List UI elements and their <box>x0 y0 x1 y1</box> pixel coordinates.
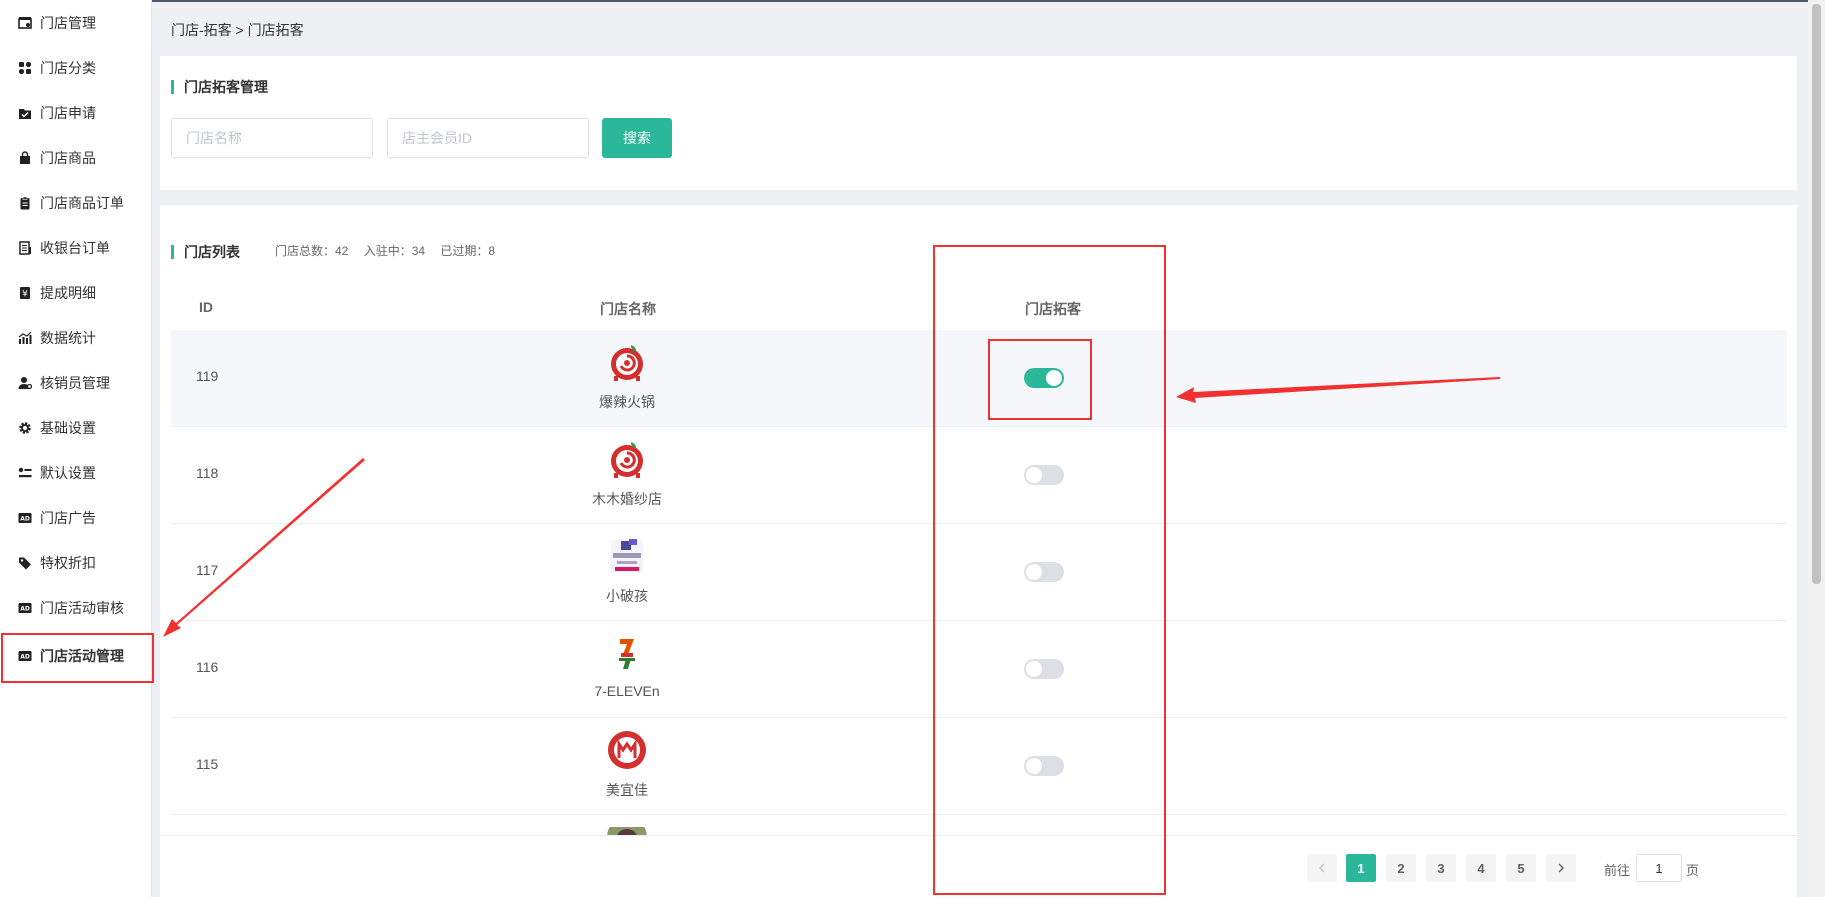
prev-page-button[interactable] <box>1307 854 1337 882</box>
sidebar-item-store-apply[interactable]: 门店申请 <box>0 90 152 135</box>
top-border <box>152 0 1825 2</box>
category-icon <box>18 61 32 75</box>
title-accent-bar <box>171 80 174 94</box>
yen-icon: ¥ <box>18 286 32 300</box>
goto-label: 前往 <box>1604 863 1631 878</box>
page-button-1[interactable]: 1 <box>1346 854 1376 882</box>
search-button[interactable]: 搜索 <box>602 118 672 158</box>
list-section-title-text: 门店列表 <box>184 244 240 260</box>
sidebar-item-label: 默认设置 <box>40 464 96 481</box>
chevron-right-icon <box>1558 863 1564 873</box>
sidebar-item-label: 基础设置 <box>40 419 96 436</box>
row-store-name: 小破孩 <box>606 588 648 604</box>
ad-icon: AD <box>18 601 32 615</box>
goto-suffix: 页 <box>1686 863 1700 878</box>
sidebar-item-label: 门店管理 <box>40 14 96 31</box>
hotpot-logo-icon <box>611 345 643 381</box>
row-id: 115 <box>196 756 219 772</box>
store-name-input[interactable] <box>171 118 373 158</box>
sidebar-item-label: 收银台订单 <box>40 239 110 256</box>
title-accent-bar <box>171 245 174 259</box>
member-id-input[interactable] <box>387 118 589 158</box>
sidebar-item-store-goods-orders[interactable]: 门店商品订单 <box>0 180 152 225</box>
gear-icon <box>18 421 32 435</box>
tag-icon <box>18 556 32 570</box>
goto-page-input[interactable] <box>1636 854 1682 882</box>
sidebar-item-activity-review[interactable]: AD 门店活动审核 <box>0 585 152 630</box>
column-header-id: ID <box>199 299 213 315</box>
scrollbar-thumb[interactable] <box>1812 4 1821 584</box>
sidebar-item-store-ads[interactable]: AD 门店广告 <box>0 495 152 540</box>
row-store-name: 木木婚纱店 <box>592 491 662 507</box>
user-gear-icon <box>18 376 32 390</box>
sidebar-item-label: 门店分类 <box>40 59 96 76</box>
column-header-name: 门店名称 <box>600 301 656 317</box>
page-scrollbar[interactable] <box>1808 0 1825 897</box>
row-store-name: 7-ELEVEn <box>594 683 660 699</box>
page-button-4[interactable]: 4 <box>1466 854 1496 882</box>
search-section-title-text: 门店拓客管理 <box>184 79 268 95</box>
hotpot-logo-icon <box>611 442 643 478</box>
settings-list-icon <box>18 466 32 480</box>
seven-eleven-logo-icon <box>618 637 636 669</box>
svg-text:AD: AD <box>20 605 30 612</box>
annotation-box-toggle <box>988 339 1092 420</box>
sidebar-item-default-settings[interactable]: 默认设置 <box>0 450 152 495</box>
annotation-box-sidebar <box>1 633 154 683</box>
sidebar-item-label: 门店商品 <box>40 149 96 166</box>
list-section-title: 门店列表 <box>171 242 240 262</box>
stat-expired: 已过期：8 <box>440 244 496 258</box>
sidebar-item-statistics[interactable]: 数据统计 <box>0 315 152 360</box>
clipboard-icon <box>18 196 32 210</box>
breadcrumb: 门店-拓客 > 门店拓客 <box>171 22 304 38</box>
sidebar-item-verifier[interactable]: 核销员管理 <box>0 360 152 405</box>
row-store-name: 美宜佳 <box>606 782 648 798</box>
stat-active: 入驻中：34 <box>363 244 426 258</box>
receipt-icon <box>18 240 32 255</box>
sidebar-item-label: 门店活动审核 <box>40 599 124 616</box>
ad-icon: AD <box>18 511 32 525</box>
sidebar-item-basic-settings[interactable]: 基础设置 <box>0 405 152 450</box>
stat-total: 门店总数：42 <box>275 244 349 258</box>
sidebar-item-label: 门店广告 <box>40 509 96 526</box>
sidebar-item-store-category[interactable]: 门店分类 <box>0 45 152 90</box>
sidebar-item-label: 门店申请 <box>40 104 96 121</box>
sidebar-item-label: 提成明细 <box>40 284 96 301</box>
bag-icon <box>18 150 32 165</box>
sidebar-item-privilege-discount[interactable]: 特权折扣 <box>0 540 152 585</box>
chevron-left-icon <box>1319 863 1325 873</box>
sidebar-item-label: 核销员管理 <box>40 374 110 391</box>
row-id: 118 <box>196 465 219 481</box>
sidebar: 门店管理 门店分类 门店申请 门店商品 门店商品订单 收银台订单 ¥ 提成明细 … <box>0 0 152 897</box>
row-id: 116 <box>196 659 219 675</box>
sidebar-item-store-manage[interactable]: 门店管理 <box>0 0 152 45</box>
svg-text:¥: ¥ <box>22 289 28 299</box>
store-icon <box>18 16 32 30</box>
svg-text:AD: AD <box>20 515 30 522</box>
store-stats: 门店总数：42 入驻中：34 已过期：8 <box>275 242 507 259</box>
sidebar-item-label: 特权折扣 <box>40 554 96 571</box>
page-button-5[interactable]: 5 <box>1506 854 1536 882</box>
search-section-title: 门店拓客管理 <box>171 77 268 97</box>
kids-logo-icon <box>611 539 643 572</box>
sidebar-item-label: 门店商品订单 <box>40 194 124 211</box>
page-button-2[interactable]: 2 <box>1386 854 1416 882</box>
row-id: 117 <box>196 562 219 578</box>
sidebar-item-label: 数据统计 <box>40 329 96 346</box>
chart-icon <box>18 331 32 345</box>
sidebar-item-commission[interactable]: ¥ 提成明细 <box>0 270 152 315</box>
folder-check-icon <box>18 106 32 120</box>
row-id: 119 <box>196 368 219 384</box>
meiyijia-logo-icon <box>608 731 646 769</box>
page-button-3[interactable]: 3 <box>1426 854 1456 882</box>
sidebar-item-store-goods[interactable]: 门店商品 <box>0 135 152 180</box>
row-store-name: 爆辣火锅 <box>599 394 655 410</box>
next-page-button[interactable] <box>1546 854 1576 882</box>
sidebar-item-cashier-orders[interactable]: 收银台订单 <box>0 225 152 270</box>
